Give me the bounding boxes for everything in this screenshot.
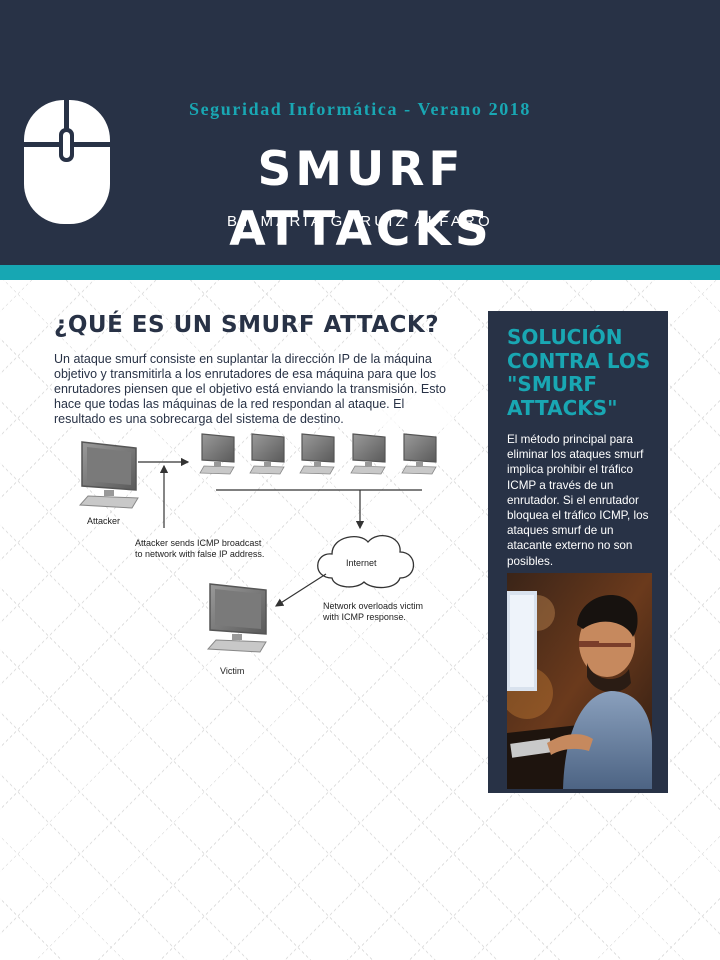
victim-computer-icon [206, 583, 267, 653]
network-computer-icon [401, 433, 437, 475]
internet-label: Internet [346, 558, 377, 568]
solution-panel: SOLUCIÓN CONTRA LOS "SMURF ATTACKS" El m… [488, 311, 668, 793]
author-byline: BY MARIA G. RUIZ ALFARO [227, 213, 493, 230]
smurf-attack-diagram: Attacker Attacker sends ICMP broadcast t… [78, 433, 437, 676]
section-body: Un ataque smurf consiste en suplantar la… [54, 352, 454, 427]
attacker-computer-icon [78, 441, 139, 509]
panel-body: El método principal para eliminar los at… [507, 433, 649, 568]
accent-stripe [0, 265, 720, 280]
page-title: SMURF ATTACKS [229, 142, 493, 257]
victim-note-line2: with ICMP response. [322, 612, 406, 622]
attacker-label: Attacker [87, 516, 120, 526]
attacker-note-line2: to network with false IP address. [135, 549, 264, 559]
network-computer-icon [249, 433, 285, 475]
network-computer-icon [350, 433, 386, 475]
section-heading: ¿QUÉ ES UN SMURF ATTACK? [54, 312, 440, 338]
response-arrow [274, 573, 327, 607]
network-computer-icon [299, 433, 335, 475]
computer-mouse-icon [24, 98, 110, 224]
victim-note-line1: Network overloads victim [323, 601, 423, 611]
panel-title: SOLUCIÓN CONTRA LOS "SMURF ATTACKS" [507, 325, 651, 420]
victim-label: Victim [220, 666, 244, 676]
person-at-computer-photo [507, 573, 652, 789]
attacker-note-line1: Attacker sends ICMP broadcast [135, 538, 262, 548]
header-banner: Seguridad Informática - Verano 2018 SMUR… [0, 0, 720, 265]
network-computer-icon [199, 433, 235, 475]
header-subtitle: Seguridad Informática - Verano 2018 [188, 99, 531, 119]
